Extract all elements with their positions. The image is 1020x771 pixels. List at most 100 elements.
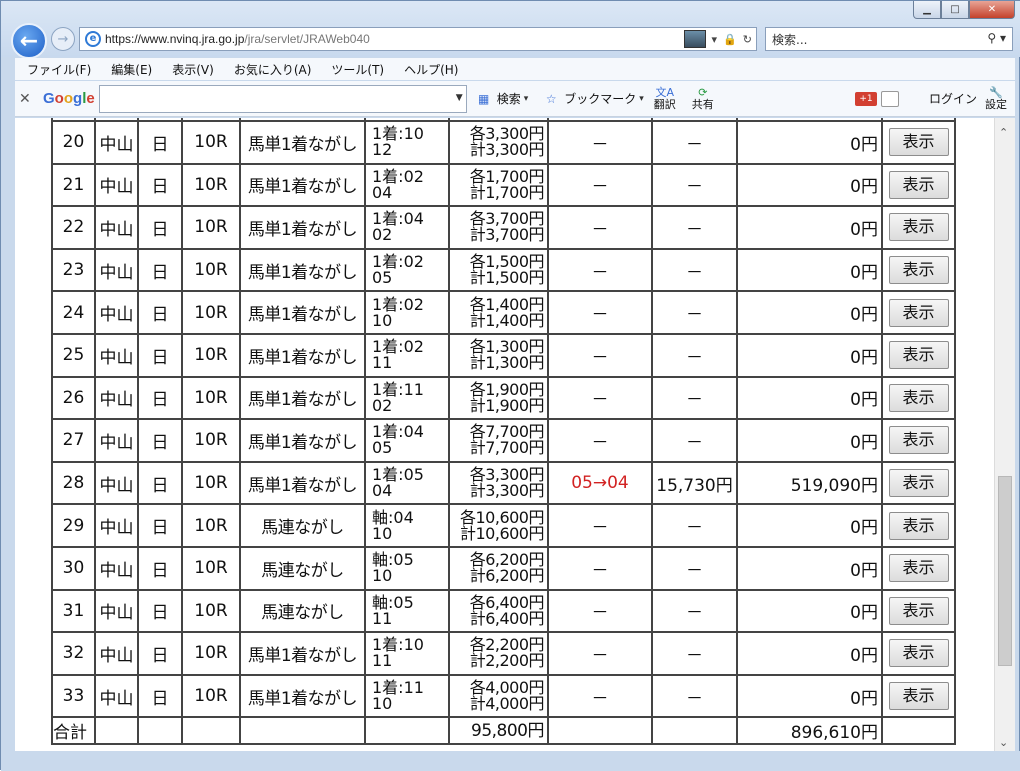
address-bar[interactable]: e https://www.nvinq.jra.go.jp/jra/servle… [79,27,757,51]
menu-bar: ファイル(F) 編集(E) 表示(V) お気に入り(A) ツール(T) ヘルプ(… [15,58,1015,80]
bet-amount: 各1,900円 計1,900円 [448,375,549,421]
minimize-button[interactable]: ▁ [913,1,941,19]
table-cell [547,716,653,746]
racecourse: 中山 [94,460,139,506]
settings-button[interactable]: 🔧 設定 [985,86,1007,111]
show-button[interactable]: 表示 [888,128,949,157]
show-button-cell: 表示 [881,205,956,250]
menu-favorites[interactable]: お気に入り(A) [234,61,312,78]
show-button[interactable]: 表示 [888,554,949,583]
race-day: 日 [137,673,183,719]
show-button-cell: 表示 [881,460,956,506]
race-number: 10R [181,332,241,378]
show-button[interactable]: 表示 [888,341,949,370]
show-button[interactable]: 表示 [888,213,949,242]
payout-amount: 0円 [736,503,883,548]
racecourse: 中山 [94,290,139,335]
bookmark-button[interactable]: ☆ ブックマーク ▾ [542,90,644,108]
show-button-cell: 表示 [881,162,956,208]
menu-help[interactable]: ヘルプ(H) [404,61,458,78]
refresh-icon[interactable]: ↻ [743,33,752,46]
google-search-input[interactable]: ▼ [98,84,467,113]
payout-rate: － [651,120,738,165]
scrollbar-thumb[interactable] [998,476,1012,666]
amount-total: 計4,000円 [469,694,545,714]
show-button[interactable]: 表示 [888,426,949,455]
show-button[interactable]: 表示 [888,170,949,199]
show-button-cell: 表示 [881,120,956,165]
show-button[interactable]: 表示 [888,682,949,711]
share-button[interactable]: ⟳ 共有 [692,86,714,111]
show-button[interactable]: 表示 [888,383,949,412]
menu-view[interactable]: 表示(V) [172,61,214,78]
close-button[interactable]: ✕ [969,1,1015,19]
address-url[interactable]: https://www.nvinq.jra.go.jp/jra/servlet/… [105,32,370,46]
racecourse: 中山 [94,205,139,250]
combination-line-2: 11 [372,353,393,373]
payout-rate: 15,730円 [651,460,738,506]
compatibility-view-icon[interactable] [683,30,706,48]
arrow-left-icon: ← [19,28,39,54]
table-cell [881,716,956,746]
bet-type: 馬単1着ながし [239,205,366,250]
race-day: 日 [137,418,183,463]
table-row: 30 中山日 10R 馬連ながし 軸:05 10 各6,200円 計6,200円－－ 0円 表示 [51,545,956,591]
address-tools: ▾ 🔒 ↻ [683,30,752,48]
scroll-up-icon[interactable]: ⌃ [999,126,1008,139]
maximize-button[interactable]: □ [941,1,969,19]
amount-total: 計3,300円 [469,481,545,501]
amount-total: 計1,300円 [469,353,545,373]
forward-button[interactable]: → [51,27,75,51]
lock-icon[interactable]: 🔒 [723,33,737,46]
bet-amount: 各3,700円 計3,700円 [448,205,549,250]
bet-combination: 1着:10 11 [364,631,450,676]
translate-button[interactable]: 文A 翻訳 [654,86,676,111]
show-button-cell: 表示 [881,247,956,293]
table-row: 24 中山日 10R 馬単1着ながし 1着:02 10 各1,400円 計1,400円－－ 0円… [51,290,956,335]
google-search-button[interactable]: ▦ 検索 ▾ [475,90,528,108]
race-number: 10R [181,162,241,208]
show-button[interactable]: 表示 [888,298,949,327]
show-button[interactable]: 表示 [888,256,949,285]
close-toolbar-icon[interactable]: ✕ [19,91,35,107]
race-day: 日 [137,631,183,676]
back-button[interactable]: ← [11,23,47,59]
payout-amount: 0円 [736,375,883,421]
gplus-toggle[interactable] [880,90,899,107]
arrow-right-icon: → [57,31,69,47]
google-toolbar: ✕ Google ▼ ▦ 検索 ▾ ☆ ブックマーク ▾ 文A 翻訳 ⟳ 共有 +1… [15,81,1015,117]
table-row: 31 中山日 10R 馬連ながし 軸:05 11 各6,400円 計6,400円－－ 0円 表示 [51,588,956,634]
bet-combination: 1着:11 10 [364,673,450,719]
url-path: /jra/servlet/JRAWeb040 [244,32,370,46]
hit-result: － [547,120,653,165]
combination-line-2: 10 [372,523,393,543]
menu-edit[interactable]: 編集(E) [111,61,152,78]
gplus-icon[interactable]: +1 [854,91,877,106]
show-button[interactable]: 表示 [888,511,949,540]
table-row: 22 中山日 10R 馬単1着ながし 1着:04 02 各3,700円 計3,700円－－ 0円… [51,205,956,250]
bet-combination: 1着:02 04 [364,162,450,208]
hit-result: － [547,290,653,335]
menu-file[interactable]: ファイル(F) [27,61,91,78]
login-link[interactable]: ログイン [929,90,977,107]
show-button[interactable]: 表示 [888,469,949,498]
show-button-cell: 表示 [881,375,956,421]
amount-total: 計1,500円 [469,268,545,288]
browser-search-box[interactable]: 検索... ⚲ ▾ [765,27,1013,51]
scroll-down-icon[interactable]: ⌄ [999,736,1008,749]
show-button[interactable]: 表示 [888,639,949,668]
race-number: 10R [181,418,241,463]
show-button-cell: 表示 [881,418,956,463]
show-button[interactable]: 表示 [888,596,949,625]
search-icon[interactable]: ⚲ ▾ [987,31,1006,45]
race-number: 10R [181,588,241,634]
amount-total: 計1,700円 [469,182,545,202]
show-button-cell: 表示 [881,673,956,719]
vertical-scrollbar[interactable]: ⌃ ⌄ [994,118,1015,751]
payout-rate: － [651,205,738,250]
hit-result: － [547,673,653,719]
chevron-down-icon[interactable]: ▼ [456,93,463,103]
dropdown-arrow-icon[interactable]: ▾ [712,33,718,46]
amount-total: 計2,200円 [469,651,545,671]
menu-tools[interactable]: ツール(T) [331,61,384,78]
